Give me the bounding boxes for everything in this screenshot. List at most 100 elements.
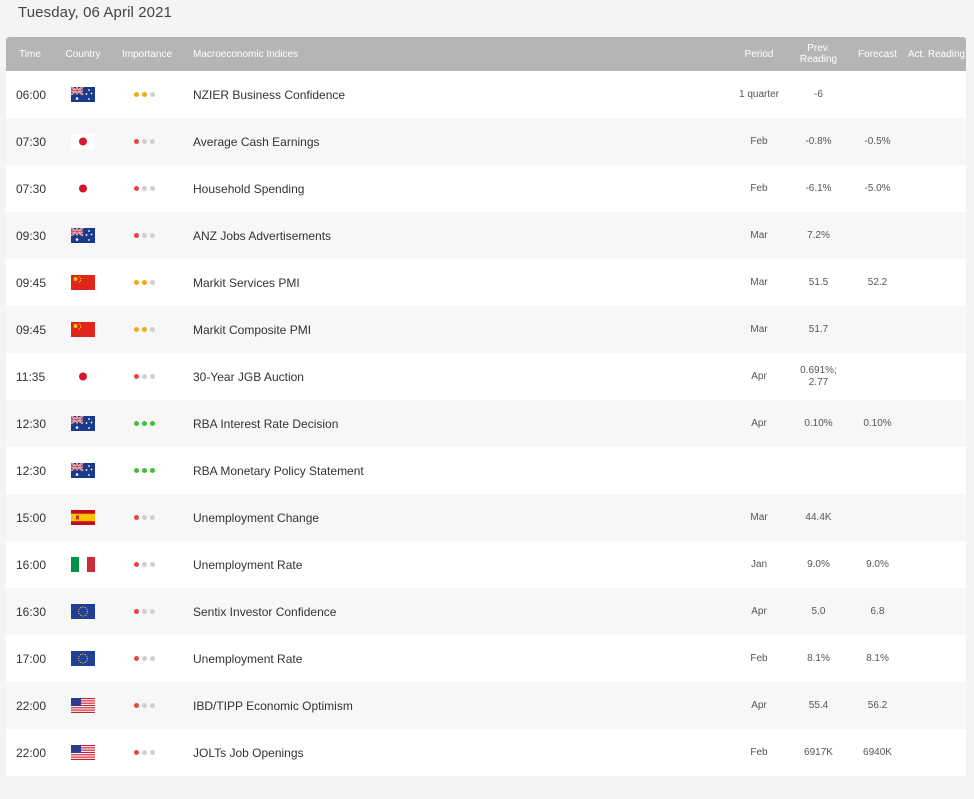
event-name[interactable]: NZIER Business Confidence xyxy=(193,71,345,118)
header-indices[interactable]: Macroeconomic Indices xyxy=(193,37,393,71)
table-row[interactable]: 16:30 Sentix Investor Confidence Apr 5.0 6.8 xyxy=(6,588,966,635)
event-actual-reading xyxy=(907,353,966,400)
importance-dot xyxy=(150,656,155,661)
table-row[interactable]: 22:00 IBD/TIPP Economic Optimism Apr 55.4 56… xyxy=(6,682,966,729)
importance-indicator xyxy=(134,635,158,682)
importance-dot xyxy=(142,233,147,238)
event-actual-reading xyxy=(907,635,966,682)
importance-dot xyxy=(134,703,139,708)
event-name[interactable]: Unemployment Change xyxy=(193,494,319,541)
header-forecast[interactable]: Forecast xyxy=(848,37,907,71)
table-row[interactable]: 09:45 Markit Composite PMI Mar 51.7 xyxy=(6,306,966,353)
event-name[interactable]: Average Cash Earnings xyxy=(193,118,320,165)
event-time: 16:30 xyxy=(16,604,47,619)
importance-dot xyxy=(142,139,147,144)
event-name[interactable]: IBD/TIPP Economic Optimism xyxy=(193,682,353,729)
event-time: 07:30 xyxy=(16,134,47,149)
event-prev-reading: 6917K xyxy=(804,746,833,758)
event-period: Apr xyxy=(751,699,767,711)
importance-dot xyxy=(134,421,139,426)
event-name[interactable]: Unemployment Rate xyxy=(193,635,302,682)
event-name[interactable]: Markit Services PMI xyxy=(193,259,300,306)
event-actual-reading xyxy=(907,541,966,588)
event-forecast: -0.5% xyxy=(864,135,891,147)
event-actual-reading xyxy=(907,259,966,306)
event-forecast: 0.10% xyxy=(863,417,892,429)
table-row[interactable]: 11:35 30-Year JGB Auction Apr 0.691%; 2.77 xyxy=(6,353,966,400)
event-prev-reading: 44.4K xyxy=(805,511,832,523)
header-period[interactable]: Period xyxy=(728,37,790,71)
event-actual-reading xyxy=(907,682,966,729)
date-title: Tuesday, 06 April 2021 xyxy=(18,4,172,21)
table-row[interactable]: 07:30 Household Spending Feb -6.1% -5.0% xyxy=(6,165,966,212)
event-time: 09:30 xyxy=(16,228,47,243)
event-name[interactable]: Markit Composite PMI xyxy=(193,306,311,353)
event-forecast: 6940K xyxy=(863,746,892,758)
importance-dot xyxy=(134,233,139,238)
event-period: Mar xyxy=(750,511,768,523)
header-importance[interactable]: Importance xyxy=(118,37,176,71)
importance-dot xyxy=(134,609,139,614)
event-prev-reading: -6.1% xyxy=(805,182,832,194)
importance-dot xyxy=(150,233,155,238)
event-time: 07:30 xyxy=(16,181,47,196)
event-name[interactable]: ANZ Jobs Advertisements xyxy=(193,212,331,259)
importance-indicator xyxy=(134,400,158,447)
header-time[interactable]: Time xyxy=(6,37,54,71)
table-row[interactable]: 09:45 Markit Services PMI Mar 51.5 52.2 xyxy=(6,259,966,306)
event-period xyxy=(728,447,790,494)
table-row[interactable]: 06:00 NZIER Business Confidence 1 quarter -… xyxy=(6,71,966,118)
importance-dot xyxy=(142,656,147,661)
event-prev-reading xyxy=(789,447,848,494)
table-row[interactable]: 12:30 RBA Interest Rate Decision Apr 0.10% 0… xyxy=(6,400,966,447)
importance-dot xyxy=(134,139,139,144)
japan-flag xyxy=(71,353,95,400)
event-name[interactable]: JOLTs Job Openings xyxy=(193,729,304,776)
importance-indicator xyxy=(134,729,158,776)
table-row[interactable]: 17:00 Unemployment Rate Feb 8.1% 8.1% xyxy=(6,635,966,682)
table-row[interactable]: 22:00 JOLTs Job Openings Feb 6917K 6940K xyxy=(6,729,966,776)
event-period: Apr xyxy=(751,370,767,382)
event-forecast: -5.0% xyxy=(864,182,891,194)
importance-dot xyxy=(150,750,155,755)
event-name[interactable]: RBA Interest Rate Decision xyxy=(193,400,338,447)
importance-indicator xyxy=(134,165,158,212)
importance-dot xyxy=(150,139,155,144)
event-forecast xyxy=(848,306,907,353)
table-row[interactable]: 07:30 Average Cash Earnings Feb -0.8% -0.5% xyxy=(6,118,966,165)
importance-indicator xyxy=(134,494,158,541)
event-actual-reading xyxy=(907,165,966,212)
event-name[interactable]: Unemployment Rate xyxy=(193,541,302,588)
event-name[interactable]: RBA Monetary Policy Statement xyxy=(193,447,364,494)
importance-indicator xyxy=(134,353,158,400)
importance-indicator xyxy=(134,306,158,353)
event-time: 12:30 xyxy=(16,416,47,431)
italy-flag xyxy=(71,541,95,588)
importance-dot xyxy=(134,750,139,755)
table-row[interactable]: 16:00 Unemployment Rate Jan 9.0% 9.0% xyxy=(6,541,966,588)
event-prev-reading: 51.7 xyxy=(808,323,829,335)
event-forecast: 8.1% xyxy=(866,652,889,664)
australia-flag xyxy=(71,212,95,259)
importance-dot xyxy=(150,562,155,567)
event-name[interactable]: Household Spending xyxy=(193,165,304,212)
event-name[interactable]: 30-Year JGB Auction xyxy=(193,353,304,400)
event-period: Mar xyxy=(750,323,768,335)
header-country[interactable]: Country xyxy=(58,37,108,71)
table-row[interactable]: 15:00 Unemployment Change Mar 44.4K xyxy=(6,494,966,541)
header-act-reading[interactable]: Act. Reading xyxy=(907,37,966,71)
japan-flag xyxy=(71,118,95,165)
table-row[interactable]: 09:30 ANZ Jobs Advertisements Mar 7.2% xyxy=(6,212,966,259)
usa-flag xyxy=(71,729,95,776)
table-row[interactable]: 12:30 RBA Monetary Policy Statement xyxy=(6,447,966,494)
event-actual-reading xyxy=(907,118,966,165)
event-prev-reading: -0.8% xyxy=(805,135,832,147)
importance-dot xyxy=(150,327,155,332)
event-forecast xyxy=(848,447,907,494)
importance-dot xyxy=(142,421,147,426)
importance-dot xyxy=(142,562,147,567)
eu-flag xyxy=(71,588,95,635)
header-prev-reading[interactable]: Prev. Reading xyxy=(789,37,848,71)
event-name[interactable]: Sentix Investor Confidence xyxy=(193,588,336,635)
event-actual-reading xyxy=(907,400,966,447)
